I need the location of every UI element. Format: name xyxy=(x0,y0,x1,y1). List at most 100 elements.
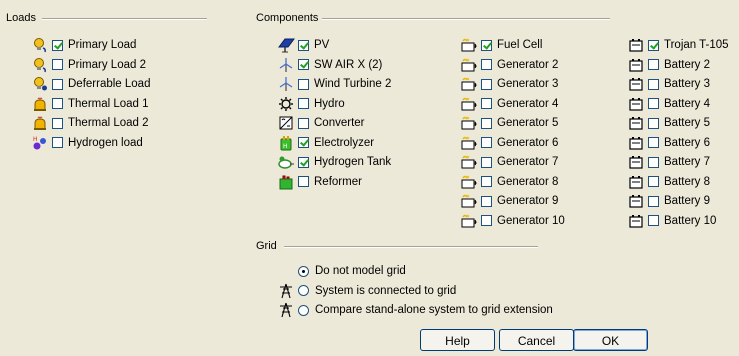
component-row[interactable]: Hydro xyxy=(276,95,345,113)
component-row[interactable]: Battery 2 xyxy=(626,56,710,74)
component-checkbox[interactable] xyxy=(648,39,659,51)
grid-option-label: Compare stand-alone system to grid exten… xyxy=(315,304,553,316)
component-checkbox[interactable] xyxy=(481,117,492,129)
component-label: Generator 4 xyxy=(497,97,559,110)
component-label: Reformer xyxy=(314,175,362,188)
component-row[interactable]: Hydrogen Tank xyxy=(276,153,391,171)
help-button[interactable]: Help xyxy=(420,329,495,351)
component-label: Generator 5 xyxy=(497,117,559,129)
hydrogen-tank-icon xyxy=(276,154,296,170)
component-checkbox[interactable] xyxy=(481,176,492,187)
component-checkbox[interactable] xyxy=(481,215,492,226)
component-checkbox[interactable] xyxy=(648,98,659,109)
grid-option[interactable]: Compare stand-alone system to grid exten… xyxy=(276,301,553,319)
generator-icon xyxy=(459,37,479,53)
converter-icon xyxy=(276,115,296,131)
component-checkbox[interactable] xyxy=(481,39,492,51)
load-checkbox[interactable] xyxy=(52,117,63,129)
load-checkbox[interactable] xyxy=(52,137,63,148)
component-checkbox[interactable] xyxy=(298,117,309,129)
grid-tower-icon xyxy=(276,302,296,318)
component-checkbox[interactable] xyxy=(648,59,659,70)
primary-load-icon xyxy=(30,57,50,73)
component-row[interactable]: Converter xyxy=(276,114,365,132)
component-row[interactable]: Generator 10 xyxy=(459,212,565,230)
ok-button[interactable]: OK xyxy=(573,329,648,351)
cancel-button[interactable]: Cancel xyxy=(499,329,574,351)
component-row[interactable]: Battery 9 xyxy=(626,192,710,210)
component-row[interactable]: Battery 8 xyxy=(626,173,710,191)
component-checkbox[interactable] xyxy=(298,59,309,70)
generator-icon xyxy=(459,57,479,73)
grid-option-label: System is connected to grid xyxy=(315,284,457,297)
component-label: Battery 9 xyxy=(664,195,711,207)
component-row[interactable]: Generator 4 xyxy=(459,95,558,113)
load-row[interactable]: Primary Load xyxy=(30,36,136,54)
component-checkbox[interactable] xyxy=(298,137,309,148)
component-row[interactable]: PV xyxy=(276,36,329,54)
blank-icon-slot xyxy=(276,263,296,279)
component-row[interactable]: Fuel Cell xyxy=(459,36,542,54)
component-row[interactable]: Battery 3 xyxy=(626,75,710,93)
component-checkbox[interactable] xyxy=(481,156,492,168)
load-label: Primary Load 2 xyxy=(68,58,146,71)
component-row[interactable]: Battery 7 xyxy=(626,153,710,171)
generator-icon xyxy=(459,115,479,131)
component-row[interactable]: Battery 10 xyxy=(626,212,716,230)
load-row[interactable]: H Hydrogen load xyxy=(30,134,143,152)
generator-icon xyxy=(459,135,479,151)
component-checkbox[interactable] xyxy=(648,156,659,168)
load-checkbox[interactable] xyxy=(52,98,63,109)
component-checkbox[interactable] xyxy=(481,195,492,207)
component-checkbox[interactable] xyxy=(648,137,659,148)
component-checkbox[interactable] xyxy=(298,39,309,51)
component-row[interactable]: Trojan T-105 xyxy=(626,36,729,54)
component-checkbox[interactable] xyxy=(298,156,309,168)
load-checkbox[interactable] xyxy=(52,59,63,70)
component-checkbox[interactable] xyxy=(481,98,492,109)
grid-option[interactable]: Do not model grid xyxy=(276,262,406,280)
pv-panel-icon xyxy=(276,37,296,53)
component-checkbox[interactable] xyxy=(298,98,309,109)
battery-icon xyxy=(626,135,646,151)
component-checkbox[interactable] xyxy=(648,195,659,207)
loads-group-title: Loads xyxy=(6,12,36,24)
component-row[interactable]: Battery 4 xyxy=(626,95,710,113)
component-checkbox[interactable] xyxy=(298,78,309,90)
component-row[interactable]: Reformer xyxy=(276,173,362,191)
grid-group-title: Grid xyxy=(256,240,277,252)
load-row[interactable]: Deferrable Load xyxy=(30,75,150,93)
grid-option-radio[interactable] xyxy=(298,304,309,316)
component-row[interactable]: Wind Turbine 2 xyxy=(276,75,391,93)
load-row[interactable]: Thermal Load 1 xyxy=(30,95,149,113)
grid-option[interactable]: System is connected to grid xyxy=(276,282,456,300)
component-row[interactable]: Generator 8 xyxy=(459,173,558,191)
component-checkbox[interactable] xyxy=(481,78,492,90)
load-checkbox[interactable] xyxy=(52,39,63,51)
load-row[interactable]: Primary Load 2 xyxy=(30,56,146,74)
component-row[interactable]: Generator 6 xyxy=(459,134,558,152)
component-checkbox[interactable] xyxy=(648,117,659,129)
component-checkbox[interactable] xyxy=(648,78,659,90)
component-row[interactable]: Generator 5 xyxy=(459,114,558,132)
component-row[interactable]: SW AIR X (2) xyxy=(276,56,382,74)
component-checkbox[interactable] xyxy=(648,176,659,187)
load-row[interactable]: Thermal Load 2 xyxy=(30,114,149,132)
component-label: Battery 6 xyxy=(664,136,711,149)
component-row[interactable]: Generator 7 xyxy=(459,153,558,171)
component-checkbox[interactable] xyxy=(481,59,492,70)
grid-option-radio[interactable] xyxy=(298,265,309,277)
thermal-load-icon xyxy=(30,96,50,112)
component-checkbox[interactable] xyxy=(481,137,492,148)
grid-option-radio[interactable] xyxy=(298,285,309,296)
component-row[interactable]: H Electrolyzer xyxy=(276,134,374,152)
component-row[interactable]: Generator 2 xyxy=(459,56,558,74)
component-checkbox[interactable] xyxy=(298,176,309,187)
component-row[interactable]: Generator 3 xyxy=(459,75,558,93)
component-row[interactable]: Battery 5 xyxy=(626,114,710,132)
component-row[interactable]: Battery 6 xyxy=(626,134,710,152)
component-checkbox[interactable] xyxy=(648,215,659,226)
generator-icon xyxy=(459,154,479,170)
load-checkbox[interactable] xyxy=(52,78,63,90)
component-row[interactable]: Generator 9 xyxy=(459,192,558,210)
